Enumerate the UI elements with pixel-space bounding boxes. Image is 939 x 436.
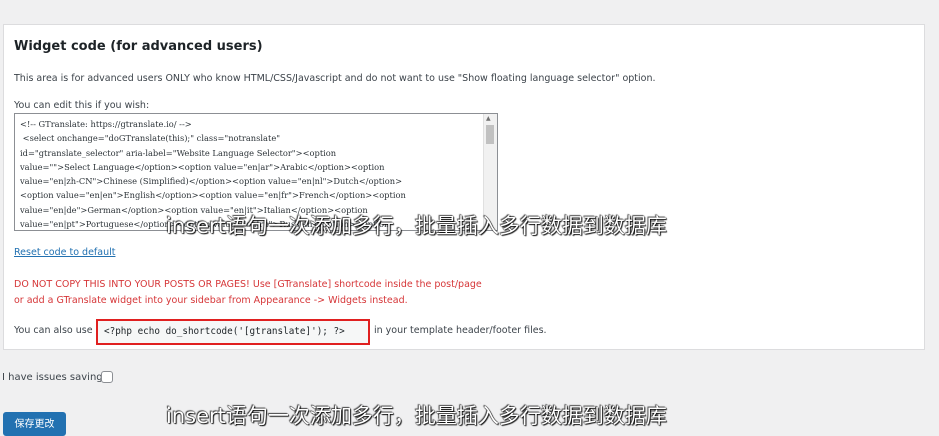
php-shortcode-snippet: <?php echo do_shortcode('[gtranslate]');… <box>96 319 370 345</box>
panel-title: Widget code (for advanced users) <box>14 39 263 54</box>
warning-line-1: DO NOT COPY THIS INTO YOUR POSTS OR PAGE… <box>14 279 482 290</box>
save-changes-button[interactable]: 保存更改 <box>3 412 66 436</box>
warning-text: DO NOT COPY THIS INTO YOUR POSTS OR PAGE… <box>14 277 482 309</box>
widget-code-panel: Widget code (for advanced users) This ar… <box>3 24 925 350</box>
scroll-up-arrow-icon[interactable]: ▲ <box>486 115 491 122</box>
edit-label: You can edit this if you wish: <box>14 100 150 111</box>
warning-line-2: or add a GTranslate widget into your sid… <box>14 295 408 306</box>
scroll-thumb[interactable] <box>486 125 494 144</box>
scroll-down-arrow-icon[interactable]: ▼ <box>486 222 491 229</box>
also-use-suffix: in your template header/footer files. <box>374 325 547 336</box>
issues-saving-checkbox[interactable] <box>101 371 113 383</box>
widget-code-text[interactable]: <!-- GTranslate: https://gtranslate.io/ … <box>20 117 482 230</box>
watermark-text: insert语句一次添加多行，批量插入多行数据到数据库 <box>166 404 667 428</box>
textarea-scrollbar[interactable]: ▲ ▼ <box>483 114 497 230</box>
widget-code-textarea[interactable]: <!-- GTranslate: https://gtranslate.io/ … <box>14 113 498 231</box>
reset-code-link[interactable]: Reset code to default <box>14 247 115 258</box>
panel-description: This area is for advanced users ONLY who… <box>14 73 656 84</box>
also-use-prefix: You can also use <box>14 325 93 336</box>
issues-saving-label: I have issues saving <box>2 372 103 383</box>
